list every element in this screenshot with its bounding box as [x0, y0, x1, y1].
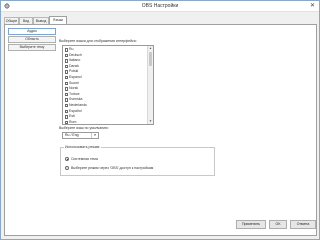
checkbox[interactable]: [64, 98, 68, 102]
tab-view[interactable]: Вид: [19, 17, 33, 24]
list-item-label: Ru: [69, 47, 74, 51]
radio-button[interactable]: [65, 166, 69, 170]
checkbox[interactable]: [64, 109, 68, 114]
apply-button[interactable]: Применить: [236, 220, 266, 229]
checkbox[interactable]: [64, 75, 68, 80]
sidebar: Аудио Область Выберите тему: [8, 28, 56, 52]
list-item-label: Nederlands: [69, 102, 87, 107]
settings-panel: Аудио Область Выберите тему Выберите язы…: [4, 24, 317, 236]
close-icon: ✕: [309, 3, 316, 9]
radio-label: Системная тема: [71, 157, 98, 161]
list-item-label: Suomi: [69, 80, 79, 85]
scroll-thumb[interactable]: [149, 52, 152, 66]
window-title: OBS Настройки: [141, 3, 179, 9]
scroll-down-arrow-icon[interactable]: ▼: [148, 119, 153, 124]
list-item-label: Turkce: [69, 91, 80, 96]
list-item-label: Svenska: [69, 97, 83, 102]
radio-button[interactable]: [65, 157, 69, 161]
settings-window: OBS Настройки ✕ Общие Вид Вывод Языки Ау…: [0, 0, 320, 240]
list-item-label: Polski: [69, 69, 79, 74]
checkbox[interactable]: [64, 59, 68, 63]
cancel-button[interactable]: Отмена: [290, 220, 316, 229]
title-bar: OBS Настройки ✕: [1, 1, 319, 12]
list-item-label: Norsk: [69, 86, 79, 91]
list-item-label: Dansk: [69, 63, 79, 68]
sidebar-item-audio[interactable]: Аудио: [8, 28, 56, 35]
list-item-label: Esti: [69, 114, 75, 119]
radio-system-theme[interactable]: Системная тема: [65, 156, 98, 162]
checkbox[interactable]: [64, 64, 68, 69]
checkbox[interactable]: [64, 70, 68, 74]
languages-list[interactable]: Ru Deutsch Italiano Dansk Polski Espanol…: [62, 45, 154, 125]
checkbox[interactable]: [64, 48, 68, 52]
mode-group-title: Использовать режим:: [64, 145, 102, 149]
checkbox[interactable]: [64, 120, 68, 124]
list-item-label: Espanol: [69, 74, 82, 79]
tab-output[interactable]: Вывод: [33, 17, 49, 24]
list-item-label: Español: [69, 108, 82, 113]
checkbox[interactable]: [64, 115, 68, 119]
default-language-label: Выберите язык по умолчанию:: [59, 126, 109, 130]
languages-list-items: Ru Deutsch Italiano Dansk Polski Espanol…: [64, 47, 146, 124]
default-language-value: Ru / Eng: [65, 133, 79, 137]
list-item-label: Italiano: [69, 58, 81, 63]
chevron-down-icon: ▼: [91, 133, 98, 138]
checkbox[interactable]: [64, 87, 68, 91]
close-button[interactable]: ✕: [308, 2, 317, 10]
checkbox[interactable]: [64, 103, 68, 108]
list-item[interactable]: Rom: [64, 119, 146, 124]
sidebar-item-area[interactable]: Область: [8, 36, 56, 43]
list-item-label: Rom: [69, 119, 77, 124]
checkbox[interactable]: [64, 81, 68, 86]
mode-groupbox: Использовать режим: Системная тема Выбер…: [60, 145, 215, 176]
list-item-label: Deutsch: [69, 52, 82, 57]
ok-button[interactable]: OK: [269, 220, 287, 229]
checkbox[interactable]: [64, 53, 68, 58]
scroll-up-arrow-icon[interactable]: ▲: [148, 46, 153, 51]
tab-general[interactable]: Общие: [4, 17, 19, 24]
tab-languages[interactable]: Языки: [49, 16, 67, 24]
languages-header: Выберите языки для отображения интерфейс…: [59, 39, 137, 43]
default-language-select[interactable]: Ru / Eng ▼: [62, 132, 99, 139]
radio-obs-access[interactable]: Выберите режим через 'OBS'-доступ к наст…: [65, 165, 153, 171]
checkbox[interactable]: [64, 92, 68, 97]
list-scrollbar[interactable]: ▲ ▼: [147, 46, 153, 124]
radio-label: Выберите режим через 'OBS'-доступ к наст…: [71, 166, 154, 170]
sidebar-item-theme[interactable]: Выберите тему: [8, 44, 56, 51]
